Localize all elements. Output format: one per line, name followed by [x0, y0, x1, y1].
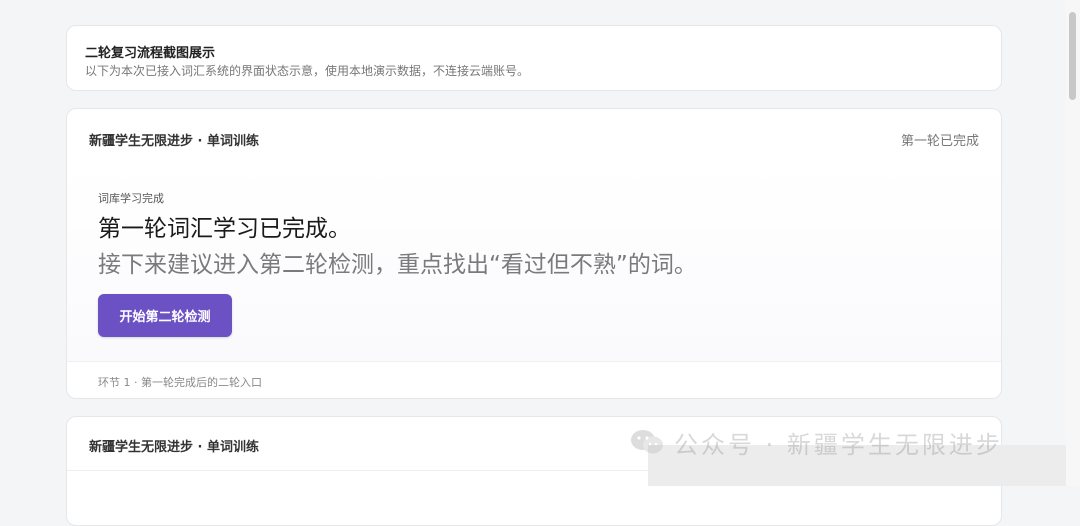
page-scrollbar[interactable] [1066, 0, 1080, 486]
wechat-icon [631, 430, 663, 454]
app-title: 新疆学生无限进步 · 单词训练 [89, 134, 259, 149]
panel-header: 新疆学生无限进步 · 单词训练 第一轮已完成 [67, 109, 1001, 165]
watermark: 公众号 · 新疆学生无限进步 [630, 424, 1060, 460]
intro-description: 以下为本次已接入词汇系统的界面状态示意，使用本地演示数据，不连接云端账号。 [85, 64, 530, 78]
panel-footer: 环节 1 · 第一轮完成后的二轮入口 [67, 361, 1001, 398]
panel-body: 词库学习完成 第一轮词汇学习已完成。 接下来建议进入第二轮检测，重点找出“看过但… [67, 165, 1001, 361]
app-title-2: 新疆学生无限进步 · 单词训练 [89, 440, 259, 455]
recommendation-text: 接下来建议进入第二轮检测，重点找出“看过但不熟”的词。 [98, 252, 697, 278]
section-eyebrow: 词库学习完成 [98, 192, 164, 205]
watermark-text: 公众号 · 新疆学生无限进步 [674, 430, 1003, 459]
start-second-round-button[interactable]: 开始第二轮检测 [98, 294, 232, 337]
status-badge: 第一轮已完成 [900, 134, 979, 149]
scrollbar-thumb[interactable] [1069, 12, 1076, 100]
completion-headline: 第一轮词汇学习已完成。 [98, 216, 351, 242]
intro-title: 二轮复习流程截图展示 [85, 46, 216, 61]
step-note: 环节 1 · 第一轮完成后的二轮入口 [98, 376, 262, 389]
intro-card: 二轮复习流程截图展示 以下为本次已接入词汇系统的界面状态示意，使用本地演示数据，… [66, 25, 1002, 91]
training-panel: 新疆学生无限进步 · 单词训练 第一轮已完成 词库学习完成 第一轮词汇学习已完成… [66, 108, 1002, 399]
